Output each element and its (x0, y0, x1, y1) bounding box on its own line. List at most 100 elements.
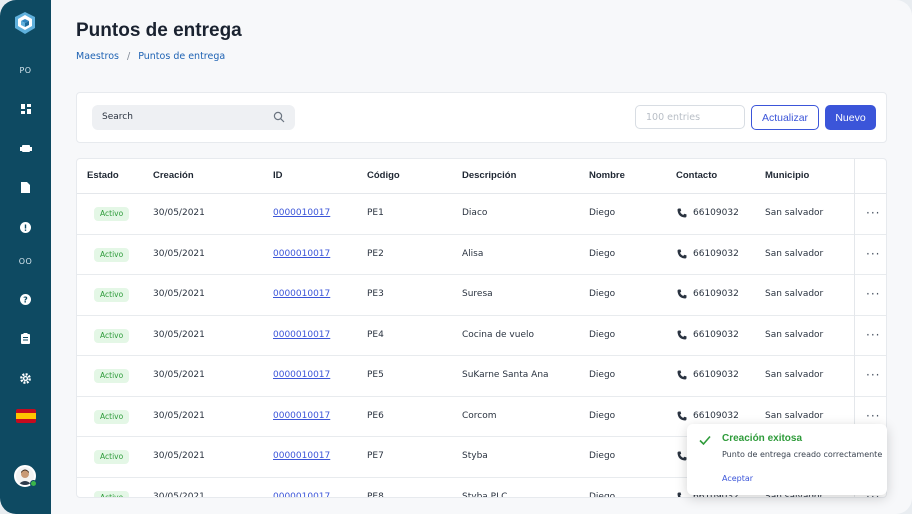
column-id[interactable]: ID (273, 170, 283, 181)
status-badge: Activo (94, 369, 130, 383)
row-actions-button[interactable]: ··· (866, 409, 880, 423)
search-placeholder: Search (102, 112, 133, 122)
creation-date: 30/05/2021 (153, 451, 205, 461)
check-icon (699, 435, 711, 446)
contact-cell: 66109032 (693, 410, 739, 421)
row-actions-button[interactable]: ··· (866, 368, 880, 382)
language-selector[interactable] (0, 406, 51, 426)
success-toast: Creación exitosa Punto de entrega creado… (687, 424, 887, 495)
toast-accept-button[interactable]: Aceptar (722, 474, 753, 483)
phone-icon (677, 330, 687, 339)
sidebar-item-dashboard[interactable] (0, 99, 51, 119)
description-cell: Corcom (462, 410, 497, 421)
sidebar-item-shipments[interactable] (0, 138, 51, 158)
contact-cell: 66109032 (693, 329, 739, 340)
sidebar-item-help[interactable]: ? (0, 289, 51, 309)
sidebar-item-reports[interactable] (0, 328, 51, 348)
row-actions-button[interactable]: ··· (866, 247, 880, 261)
name-cell: Diego (589, 491, 616, 498)
sidebar-item-settings[interactable] (0, 368, 51, 388)
app-logo-icon[interactable] (13, 11, 37, 35)
column-contacto[interactable]: Contacto (676, 170, 717, 181)
status-badge: Activo (94, 247, 130, 262)
sidebar-item-links[interactable]: OO (0, 251, 51, 271)
status-badge: Activo (94, 328, 130, 343)
name-cell: Diego (589, 370, 616, 380)
description-cell: Styba (462, 451, 488, 461)
municipality-cell: San salvador (765, 208, 824, 218)
sidebar-item-alerts[interactable] (0, 217, 51, 237)
toolbar: Search 100 entries Actualizar Nuevo (76, 92, 887, 143)
contact-cell: 66109032 (693, 289, 739, 299)
id-link[interactable]: 0000010017 (273, 451, 330, 461)
name-cell: Diego (589, 451, 616, 461)
id-link[interactable]: 0000010017 (273, 208, 330, 218)
status-badge: Activo (94, 409, 130, 424)
municipality-cell: San salvador (765, 248, 824, 259)
phone-icon (677, 492, 682, 497)
sidebar-workspace[interactable]: PO (0, 60, 51, 80)
toast-message: Punto de entrega creado correctamente (722, 450, 883, 459)
code-cell: PE7 (367, 451, 384, 461)
creation-date: 30/05/2021 (153, 410, 205, 421)
description-cell: SuKarne Santa Ana (462, 370, 549, 380)
breadcrumb-current: Puntos de entrega (138, 51, 226, 62)
help-icon: ? (20, 293, 31, 305)
table-header: Estado Creación ID Código Descripción No… (77, 159, 886, 194)
table-row[interactable]: Activo 30/05/2021 0000010017 PE4 Cocina de v… (77, 316, 886, 356)
description-cell: Alisa (462, 248, 484, 259)
phone-icon (677, 451, 687, 461)
creation-date: 30/05/2021 (153, 491, 205, 498)
new-button[interactable]: Nuevo (825, 105, 876, 130)
id-link[interactable]: 0000010017 (273, 370, 330, 380)
table-row[interactable]: Activo 30/05/2021 0000010017 PE2 Alisa Diego 6… (77, 235, 886, 275)
update-button[interactable]: Actualizar (751, 105, 819, 130)
creation-date: 30/05/2021 (153, 329, 205, 340)
online-status-dot (30, 480, 37, 487)
id-link[interactable]: 0000010017 (273, 330, 330, 340)
row-actions-button[interactable]: ··· (866, 328, 880, 342)
code-cell: PE2 (367, 248, 384, 259)
status-badge: Activo (94, 207, 130, 221)
entries-input[interactable]: 100 entries (635, 105, 745, 129)
description-cell: Styba PLC (462, 491, 508, 498)
row-actions-button[interactable]: ··· (866, 287, 880, 301)
description-cell: Cocina de vuelo (462, 329, 535, 340)
status-badge: Activo (94, 490, 130, 497)
name-cell: Diego (589, 289, 616, 299)
row-actions-button[interactable]: ··· (866, 206, 880, 220)
status-badge: Activo (94, 450, 130, 464)
municipality-cell: San salvador (765, 410, 824, 421)
contact-cell: 66109032 (693, 208, 739, 218)
alert-icon (20, 221, 31, 233)
clipboard-icon (21, 332, 30, 344)
id-link[interactable]: 0000010017 (273, 249, 330, 259)
municipality-cell: San salvador (765, 289, 824, 299)
creation-date: 30/05/2021 (153, 289, 205, 299)
contact-cell: 66109032 (693, 248, 739, 259)
column-descripcion[interactable]: Descripción (462, 170, 516, 181)
document-icon (21, 181, 30, 193)
column-creacion[interactable]: Creación (153, 170, 194, 181)
id-link[interactable]: 0000010017 (273, 492, 330, 498)
phone-icon (677, 411, 687, 420)
table-row[interactable]: Activo 30/05/2021 0000010017 PE5 SuKarne San… (77, 356, 886, 397)
toast-title: Creación exitosa (722, 433, 803, 444)
name-cell: Diego (589, 248, 616, 259)
contact-cell: 66109032 (693, 370, 739, 380)
column-municipio[interactable]: Municipio (765, 170, 809, 181)
id-link[interactable]: 0000010017 (273, 289, 330, 299)
table-row[interactable]: Activo 30/05/2021 0000010017 PE1 Diaco Diego 6… (77, 194, 886, 235)
search-input[interactable]: Search (92, 105, 295, 130)
column-nombre[interactable]: Nombre (589, 170, 625, 181)
creation-date: 30/05/2021 (153, 208, 205, 218)
description-cell: Diaco (462, 208, 488, 218)
name-cell: Diego (589, 329, 616, 340)
breadcrumb-maestros[interactable]: Maestros (76, 51, 119, 62)
table-row[interactable]: Activo 30/05/2021 0000010017 PE3 Suresa Diego… (77, 275, 886, 316)
sidebar-item-documents[interactable] (0, 177, 51, 197)
column-codigo[interactable]: Código (367, 170, 400, 181)
column-estado[interactable]: Estado (87, 170, 119, 181)
spain-flag-icon (15, 409, 36, 423)
id-link[interactable]: 0000010017 (273, 411, 330, 421)
